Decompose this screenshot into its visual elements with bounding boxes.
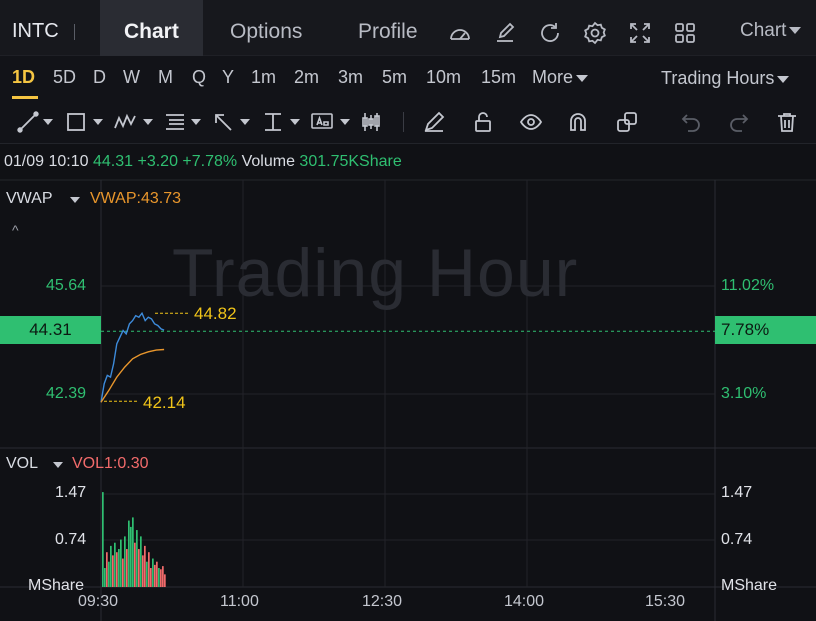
- volume-axis-right-label: MShare: [721, 577, 778, 594]
- x-axis-label: 12:30: [362, 593, 403, 610]
- volume-bar: [114, 542, 116, 587]
- volume-bar: [130, 526, 132, 587]
- current-pct-tag: 7.78%: [715, 316, 816, 344]
- volume-axis-right-label: 1.47: [721, 484, 753, 501]
- volume-axis-left-label: 0.74: [55, 531, 87, 548]
- volume-bar: [136, 530, 138, 587]
- volume-bar: [122, 558, 124, 587]
- volume-bar: [158, 568, 160, 587]
- volume-bar: [128, 520, 130, 587]
- x-axis-label: 09:30: [78, 593, 119, 610]
- collapse-icon[interactable]: ^: [12, 222, 19, 238]
- low-marker-label: 42.14: [143, 393, 186, 412]
- current-price-tag: 44.31: [0, 316, 101, 344]
- volume-bar: [138, 549, 140, 587]
- volume-bar: [160, 569, 162, 587]
- volume-bar: [142, 555, 144, 587]
- volume-bar: [162, 566, 164, 587]
- volume-bar: [132, 517, 134, 587]
- chart-watermark: Trading Hour: [172, 235, 579, 311]
- volume-bar: [140, 536, 142, 587]
- indicator-label[interactable]: VWAP: [6, 190, 53, 208]
- chevron-down-icon[interactable]: [53, 462, 63, 468]
- x-axis-label: 14:00: [504, 593, 545, 610]
- volume-bar: [124, 536, 126, 587]
- volume-bar: [152, 558, 154, 587]
- volume-bar: [102, 492, 104, 587]
- volume-bar: [106, 552, 108, 587]
- volume-indicator-value: VOL1:0.30: [72, 455, 149, 472]
- volume-bar: [150, 568, 152, 587]
- indicator-value: VWAP:43.73: [90, 190, 182, 207]
- volume-bar: [110, 545, 112, 587]
- volume-axis-left-label: MShare: [28, 577, 85, 594]
- volume-bar: [120, 539, 122, 587]
- chevron-down-icon[interactable]: [70, 197, 80, 203]
- x-axis-label: 15:30: [645, 593, 686, 610]
- y-axis-left-label: 42.39: [46, 385, 87, 402]
- volume-bar: [156, 561, 158, 587]
- y-axis-left-label: 45.64: [46, 277, 87, 294]
- volume-bar: [116, 552, 118, 587]
- y-axis-right-label: 11.02%: [721, 277, 775, 294]
- volume-bar: [104, 568, 106, 587]
- y-axis-right-label: 3.10%: [721, 385, 767, 402]
- volume-bar: [126, 549, 128, 587]
- high-marker-label: 44.82: [194, 304, 237, 323]
- volume-bar: [118, 549, 120, 587]
- volume-bar: [148, 552, 150, 587]
- volume-axis-left-label: 1.47: [55, 484, 87, 501]
- volume-indicator-label[interactable]: VOL: [6, 455, 38, 473]
- volume-bar: [144, 545, 146, 587]
- volume-bar: [154, 564, 156, 587]
- volume-bar: [134, 542, 136, 587]
- volume-bar: [164, 574, 166, 587]
- volume-bar: [112, 555, 114, 587]
- volume-bar: [108, 561, 110, 587]
- volume-axis-right-label: 0.74: [721, 531, 753, 548]
- x-axis-label: 11:00: [220, 593, 259, 610]
- volume-bar: [146, 561, 148, 587]
